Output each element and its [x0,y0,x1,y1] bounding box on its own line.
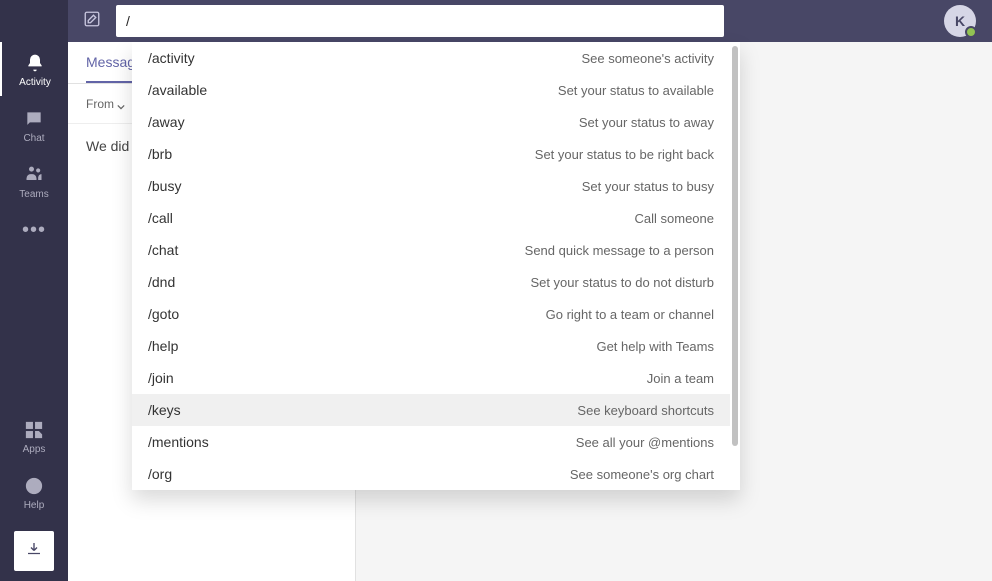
rail-label: Chat [23,133,44,144]
scrollbar-thumb[interactable] [732,46,738,446]
command-desc: Send quick message to a person [525,243,714,258]
download-button[interactable] [14,531,54,571]
command-item[interactable]: /join Join a team [132,362,730,394]
command-desc: Set your status to be right back [535,147,714,162]
header-bar: / K [68,0,992,42]
command-dropdown: /activity See someone's activity/availabl… [132,42,740,490]
rail-top-group: Activity Chat Teams ••• [0,40,68,407]
more-icon: ••• [22,219,46,242]
command-item[interactable]: /brb Set your status to be right back [132,138,730,170]
command-name: /away [148,114,185,130]
presence-available-icon [965,26,977,38]
command-desc: See all your @mentions [576,435,714,450]
command-desc: Set your status to available [558,83,714,98]
command-desc: See someone's activity [581,51,714,66]
command-name: /busy [148,178,181,194]
command-desc: Call someone [635,211,715,226]
command-item[interactable]: /activity See someone's activity [132,42,730,74]
command-item[interactable]: /help Get help with Teams [132,330,730,362]
command-name: /dnd [148,274,175,290]
rail-item-apps[interactable]: Apps [0,409,68,463]
rail-more[interactable]: ••• [0,208,68,252]
compose-button[interactable] [68,10,116,33]
rail-label: Activity [19,77,51,88]
command-item[interactable]: /away Set your status to away [132,106,730,138]
command-item[interactable]: /dnd Set your status to do not disturb [132,266,730,298]
command-name: /chat [148,242,178,258]
command-item[interactable]: /org See someone's org chart [132,458,730,490]
app-rail: Activity Chat Teams ••• Apps [0,0,68,581]
command-name: /goto [148,306,179,322]
rail-label: Help [24,500,45,511]
chevron-down-icon [117,100,125,108]
compose-icon [83,10,101,33]
rail-spacer [0,0,68,40]
command-name: /activity [148,50,195,66]
rail-item-help[interactable]: Help [0,465,68,519]
help-icon [22,474,46,498]
rail-item-teams[interactable]: Teams [0,154,68,208]
command-name: /call [148,210,173,226]
command-desc: Get help with Teams [596,339,714,354]
search-value: / [126,13,130,29]
bell-icon [23,51,47,75]
rail-item-chat[interactable]: Chat [0,98,68,152]
command-desc: Set your status to busy [582,179,714,194]
search-input[interactable]: / [116,5,724,37]
rail-item-activity[interactable]: Activity [0,42,68,96]
command-name: /brb [148,146,172,162]
command-name: /org [148,466,172,482]
command-item[interactable]: /goto Go right to a team or channel [132,298,730,330]
download-icon [25,540,43,563]
command-list: /activity See someone's activity/availabl… [132,42,730,490]
scrollbar[interactable] [730,42,740,490]
command-item[interactable]: /call Call someone [132,202,730,234]
command-name: /join [148,370,174,386]
command-name: /mentions [148,434,209,450]
teams-icon [22,163,46,187]
command-desc: Join a team [647,371,714,386]
command-desc: See keyboard shortcuts [577,403,714,418]
command-name: /help [148,338,178,354]
filter-label: From [86,97,114,111]
command-name: /keys [148,402,181,418]
avatar-initial: K [955,13,965,29]
command-desc: See someone's org chart [570,467,714,482]
command-desc: Go right to a team or channel [546,307,714,322]
rail-bottom-group: Apps Help [0,407,68,581]
command-item[interactable]: /keys See keyboard shortcuts [132,394,730,426]
avatar-button[interactable]: K [944,5,976,37]
command-item[interactable]: /available Set your status to available [132,74,730,106]
command-name: /available [148,82,207,98]
command-desc: Set your status to away [579,115,714,130]
rail-label: Teams [19,189,48,200]
command-item[interactable]: /busy Set your status to busy [132,170,730,202]
apps-icon [22,418,46,442]
command-item[interactable]: /chat Send quick message to a person [132,234,730,266]
command-desc: Set your status to do not disturb [530,275,714,290]
command-item[interactable]: /mentions See all your @mentions [132,426,730,458]
chat-icon [22,107,46,131]
rail-label: Apps [23,444,46,455]
